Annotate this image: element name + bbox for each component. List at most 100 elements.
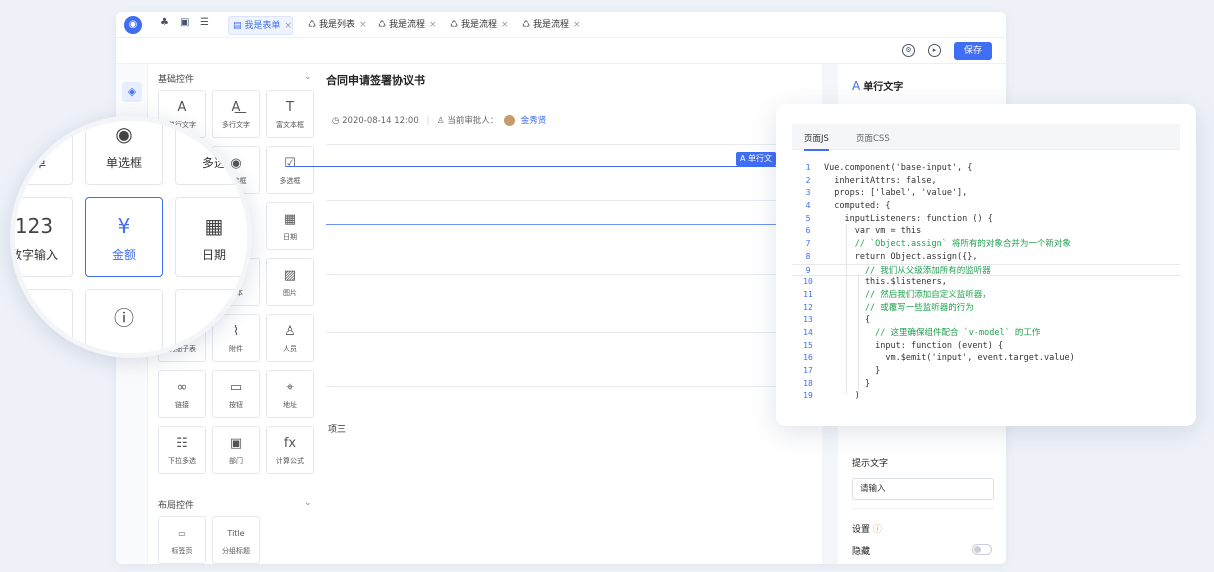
selected-field-tag[interactable]: A 单行文 [736,152,777,166]
tab-label: 我是流程 [460,20,497,30]
top-bar: ◉ ♣ ▣ ☰ ▤ 我是表单 × ♺ 我是列表 × ♺ 我是流程 × ♺ 我是流程 × ♺ 我是… [116,12,1006,38]
tile-icon [15,122,72,146]
hint-input[interactable]: 请输入 [852,478,994,500]
line-number: 3 [805,188,811,198]
code-line: 1 Vue.component('base-input', { [792,162,1180,175]
close-icon[interactable]: × [359,20,367,30]
palette-tile[interactable]: ▣ 部门 [212,426,260,474]
magnified-tile[interactable] [175,289,247,353]
line-text: return Object.assign({}, [824,251,978,262]
folder-icon[interactable]: ▣ [180,17,189,28]
palette-tile[interactable]: ☷ 下拉多选 [158,426,206,474]
settings-label: 设置 ⓘ [852,525,882,535]
palette-tile[interactable]: ♙ 人员 [266,314,314,362]
property-title: 单行文字 [863,82,904,93]
hint-label: 提示文字 [852,459,889,469]
save-button[interactable]: 保存 [954,42,992,60]
close-icon[interactable]: × [573,20,581,30]
line-text: computed: { [824,201,891,212]
tile-icon: ▦ [204,214,224,238]
magnified-tile[interactable] [15,289,73,353]
tile-label: 链接 [175,401,189,409]
palette-tile[interactable]: ▨ 图片 [266,258,314,306]
chevron-down-icon[interactable]: ⌄ [304,498,312,508]
line-number: 17 [803,366,813,375]
code-editor: 页面JS 页面CSS 1 Vue.component('base-input', … [776,104,1196,426]
tab-page-css[interactable]: 页面CSS [856,132,890,144]
tab-0[interactable]: ▤ 我是表单 × [228,16,293,35]
tab-page-js[interactable]: 页面JS [804,132,829,151]
line-number: 19 [803,391,813,401]
palette-tile[interactable]: ∞ 链接 [158,370,206,418]
magnified-tile[interactable]: 123 数字输入 [15,197,73,277]
code-line: 6 var vm = this [792,225,1180,238]
line-number: 18 [803,378,813,388]
tab-1[interactable]: ♺ 我是列表 × [304,16,367,35]
close-icon[interactable]: × [429,20,437,30]
basic-controls-header: 基础控件 [158,75,195,85]
magnified-tile[interactable]: ◉ 单选框 [85,121,163,185]
line-text: // 我们从父级添加所有的监听器 [824,265,991,276]
list-icon[interactable]: ☰ [200,17,209,28]
tile-label: 下拉多选 [168,457,196,465]
tab-4[interactable]: ♺ 我是流程 × [518,16,581,35]
tab-icon: ♺ [378,20,389,30]
tile-icon: Title [227,529,245,538]
tile-icon: ⌖ [286,380,294,395]
tile-icon: ☑ [284,156,296,171]
code-line: 5 inputListeners: function () { [792,213,1180,226]
tile-icon: ▣ [229,436,243,451]
approver-label: 当前审批人： [447,116,499,126]
close-icon[interactable]: × [501,20,509,30]
palette-tile[interactable]: T 富文本框 [266,90,314,138]
line-text: vm.$emit('input', event.target.value) [824,353,1075,364]
tab-label: 我是流程 [532,20,569,30]
palette-tile[interactable]: ☑ 多选框 [266,146,314,194]
tile-label: 图片 [283,289,297,297]
magnified-tile[interactable]: ⓘ [85,289,163,353]
tab-3[interactable]: ♺ 我是流程 × [446,16,509,35]
components-icon[interactable]: ◈ [122,82,142,102]
code-lines: 1 Vue.component('base-input', {2 inheritA… [792,162,1180,403]
tab-2[interactable]: ♺ 我是流程 × [374,16,437,35]
form-date: 2020-08-14 12:00 [342,116,419,126]
chevron-down-icon[interactable]: ⌄ [304,72,312,82]
preview-icon[interactable]: ▸ [928,44,941,57]
tab-icon: ♺ [308,20,319,30]
magnified-tile[interactable]: ◉ 多选 [175,121,247,185]
code-line: 2 inheritAttrs: false, [792,175,1180,188]
tile-label: 日期 [283,233,297,241]
tile-icon: ♙ [284,324,296,339]
magnified-tile[interactable]: ¥ 金额 [85,197,163,277]
line-text: var vm = this [824,226,922,237]
tile-label: 地址 [283,401,297,409]
palette-tile[interactable]: ▦ 日期 [266,202,314,250]
magnified-tile[interactable]: ▦ 日期 [175,197,247,277]
code-line: 16 vm.$emit('input', event.target.value) [792,352,1180,365]
option-label: 项三 [328,425,347,435]
tile-label: 部门 [229,457,243,465]
code-line: 17 } [792,365,1180,378]
layout-tile[interactable]: Title 分组标题 [212,516,260,564]
layout-tile[interactable]: ▭ 标签页 [158,516,206,564]
form-title: 合同申请签署协议书 [326,74,425,87]
hidden-label: 隐藏 [852,547,871,557]
line-number: 2 [805,175,811,185]
code-tabs: 页面JS 页面CSS [792,124,1180,151]
tile-icon: ∞ [176,380,188,395]
line-text: inheritAttrs: false, [824,175,937,186]
palette-tile[interactable]: ⌖ 地址 [266,370,314,418]
tile-label: 菜单 [21,156,46,170]
hidden-toggle[interactable] [972,544,992,555]
close-icon[interactable]: × [284,21,292,31]
tile-icon [176,306,247,330]
magnified-tile[interactable]: 菜单 [15,121,73,185]
app-logo-icon[interactable]: ◉ [124,16,142,34]
approver-name[interactable]: 金秀贤 [521,116,547,126]
settings-icon[interactable]: ⚙ [902,44,915,57]
bell-icon[interactable]: ♣ [160,17,169,28]
tile-icon [15,306,72,330]
palette-tile[interactable]: ▭ 按钮 [212,370,260,418]
line-number: 7 [805,239,811,249]
palette-tile[interactable]: fx 计算公式 [266,426,314,474]
